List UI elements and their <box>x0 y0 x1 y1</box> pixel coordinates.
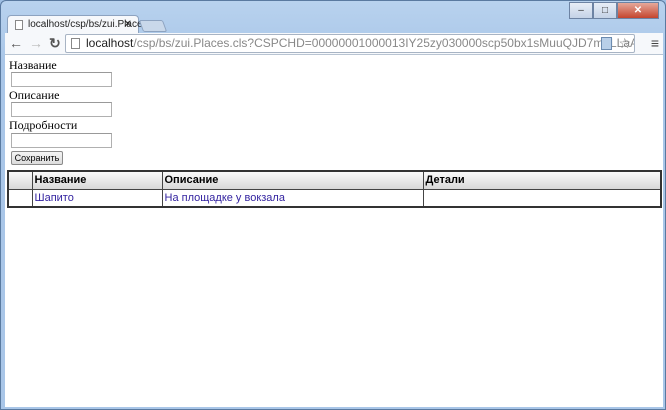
browser-window: – □ ✕ localhost/csp/bs/zui.Places ✕ ← → … <box>0 0 666 410</box>
table-header: Название Описание Детали <box>7 170 662 190</box>
page-icon <box>71 38 80 49</box>
details-input[interactable] <box>11 133 112 148</box>
url-host: localhost <box>86 36 134 50</box>
column-header-select[interactable] <box>7 170 33 190</box>
url-path: /csp/bs/zui.Places.cls?CSPCHD=0000000100… <box>133 36 635 50</box>
new-tab-button[interactable] <box>138 20 168 32</box>
name-cell[interactable]: Шапито <box>31 188 163 208</box>
column-header-details[interactable]: Детали <box>422 170 662 190</box>
page-content: Название Описание Подробности Сохранить … <box>5 55 663 407</box>
maximize-button[interactable]: □ <box>593 2 617 19</box>
places-table: Название Описание Детали Шапито На площа… <box>7 170 662 208</box>
minimize-button[interactable]: – <box>569 2 593 19</box>
forward-icon[interactable]: → <box>29 35 43 51</box>
translate-icon[interactable] <box>601 37 612 50</box>
back-icon[interactable]: ← <box>9 35 23 51</box>
column-header-name[interactable]: Название <box>31 170 163 190</box>
column-header-description[interactable]: Описание <box>161 170 424 190</box>
browser-tab[interactable]: localhost/csp/bs/zui.Places ✕ <box>7 15 148 34</box>
name-input[interactable] <box>11 72 112 87</box>
save-button[interactable]: Сохранить <box>11 151 63 165</box>
toolbar: ← → ↻ localhost/csp/bs/zui.Places.cls?CS… <box>5 33 663 55</box>
description-cell[interactable]: На площадке у вокзала <box>161 188 424 208</box>
address-bar[interactable]: localhost/csp/bs/zui.Places.cls?CSPCHD=0… <box>65 34 635 53</box>
details-cell[interactable] <box>422 188 662 208</box>
close-window-button[interactable]: ✕ <box>617 2 659 19</box>
description-input[interactable] <box>11 102 112 117</box>
bookmark-star-icon[interactable]: ☆ <box>618 35 631 52</box>
description-label: Описание <box>9 88 60 102</box>
row-select-cell[interactable] <box>7 188 33 208</box>
name-label: Название <box>9 58 57 72</box>
menu-icon[interactable]: ≡ <box>651 35 659 51</box>
page-icon <box>15 20 23 30</box>
close-tab-icon[interactable]: ✕ <box>124 16 132 34</box>
table-row[interactable]: Шапито На площадке у вокзала <box>7 188 662 208</box>
details-label: Подробности <box>9 118 78 132</box>
reload-icon[interactable]: ↻ <box>49 35 61 52</box>
